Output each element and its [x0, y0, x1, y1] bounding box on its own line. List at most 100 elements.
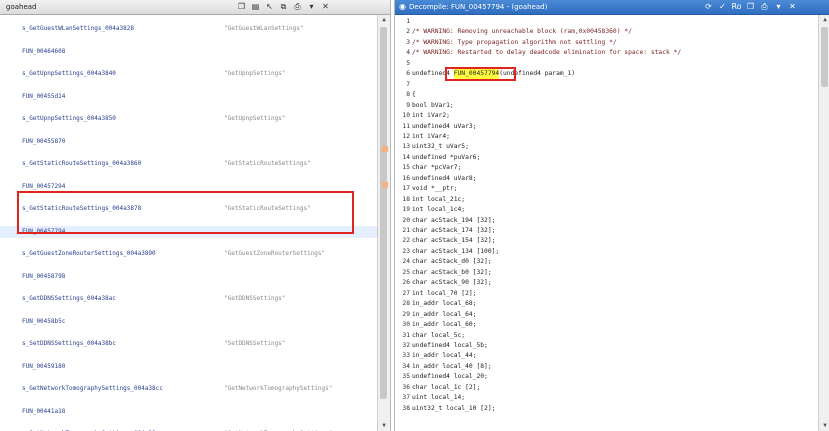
- code-line[interactable]: 20 char acStack_194 [32];: [395, 216, 819, 226]
- code-line[interactable]: 8{: [395, 90, 819, 100]
- listing-blank-row[interactable]: [0, 372, 377, 384]
- code-line[interactable]: 9 bool bVar1;: [395, 101, 819, 111]
- listing-symbol[interactable]: s_GetGuestZoneRouterSettings_004a3890: [22, 248, 156, 260]
- listing-blank-row[interactable]: [0, 282, 377, 294]
- code-line[interactable]: 35 undefined4 local_20;: [395, 372, 819, 382]
- code-line[interactable]: 34 in_addr local_40 [8];: [395, 362, 819, 372]
- code-line[interactable]: 11 undefined4 uVar3;: [395, 122, 819, 132]
- snapshot-icon[interactable]: ⧉: [278, 1, 289, 12]
- code-line[interactable]: 29 in_addr local_64;: [395, 310, 819, 320]
- listing-row[interactable]: FUN_00458798: [0, 271, 377, 283]
- code-line[interactable]: 38 uint32_t local_10 [2];: [395, 404, 819, 414]
- menu-icon[interactable]: ▾: [306, 1, 317, 12]
- cursor-icon[interactable]: ↖: [264, 1, 275, 12]
- print-icon[interactable]: ⎙: [759, 1, 770, 12]
- code-line[interactable]: 25 char acStack_b0 [32];: [395, 268, 819, 278]
- listing-row[interactable]: s_GetDDNSSettings_004a38ac "GetDDNSSettin…: [0, 293, 377, 305]
- listing-symbol[interactable]: FUN_00458b5c: [22, 316, 65, 328]
- listing-blank-row[interactable]: [0, 34, 377, 46]
- listing-blank-row[interactable]: [0, 124, 377, 136]
- listing-row[interactable]: s_GetNetworkTomographySettings_004a38cc "…: [0, 383, 377, 395]
- print-icon[interactable]: ⎙: [292, 1, 303, 12]
- listing-row[interactable]: FUN_00464608: [0, 46, 377, 58]
- code-line[interactable]: 28 in_addr local_68;: [395, 299, 819, 309]
- copy-icon[interactable]: ❐: [745, 1, 756, 12]
- listing-blank-row[interactable]: [0, 327, 377, 339]
- code-line[interactable]: 16 undefined4 uVar8;: [395, 174, 819, 184]
- code-line[interactable]: 13 uint32_t uVar5;: [395, 142, 819, 152]
- listing-blank-row[interactable]: [0, 57, 377, 69]
- code-line[interactable]: 17 void *__ptr;: [395, 184, 819, 194]
- listing-symbol[interactable]: FUN_00441a18: [22, 406, 65, 418]
- code-line[interactable]: 33 in_addr local_44;: [395, 351, 819, 361]
- listing-symbol[interactable]: FUN_00464608: [22, 46, 65, 58]
- decompile-scrollbar[interactable]: ▲ ▼: [818, 15, 829, 431]
- listing-symbol[interactable]: s_GetDDNSSettings_004a38ac: [22, 293, 116, 305]
- code-line[interactable]: 3/* WARNING: Type propagation algorithm …: [395, 38, 819, 48]
- listing-symbol[interactable]: s_GetNetworkTomographySettings_004a38cc: [22, 383, 163, 395]
- code-line[interactable]: 12 int iVar4;: [395, 132, 819, 142]
- listing-scrollbar[interactable]: ▲ ▼: [377, 15, 390, 431]
- listing-symbol[interactable]: s_GetUpnpSettings_004a3840: [22, 68, 116, 80]
- code-line[interactable]: 10 int iVar2;: [395, 111, 819, 121]
- listing-symbol[interactable]: s_GetGuestWLanSettings_004a3828: [22, 23, 134, 35]
- code-line[interactable]: 22 char acStack_154 [32];: [395, 236, 819, 246]
- listing-symbol[interactable]: s_GetUpnpSettings_004a3850: [22, 113, 116, 125]
- listing-blank-row[interactable]: [0, 259, 377, 271]
- scroll-down-icon[interactable]: ▼: [819, 421, 829, 431]
- paste-icon[interactable]: ▤: [250, 1, 261, 12]
- menu-icon[interactable]: ▾: [773, 1, 784, 12]
- listing-symbol[interactable]: s_SetDDNSSettings_004a38bc: [22, 338, 116, 350]
- code-line[interactable]: 30 in_addr local_60;: [395, 320, 819, 330]
- code-line[interactable]: 31 char local_5c;: [395, 331, 819, 341]
- listing-row[interactable]: FUN_00441a18: [0, 406, 377, 418]
- scroll-up-icon[interactable]: ▲: [378, 15, 390, 25]
- listing-row[interactable]: FUN_00459180: [0, 361, 377, 373]
- listing-symbol[interactable]: FUN_00455870: [22, 136, 65, 148]
- scroll-up-icon[interactable]: ▲: [819, 15, 829, 25]
- listing-row[interactable]: FUN_00455d14: [0, 91, 377, 103]
- code-line[interactable]: 26 char acStack_90 [32];: [395, 278, 819, 288]
- listing-blank-row[interactable]: [0, 102, 377, 114]
- code-line[interactable]: 27 int local_70 [2];: [395, 289, 819, 299]
- listing-blank-row[interactable]: [0, 79, 377, 91]
- code-line[interactable]: 4/* WARNING: Restarted to delay deadcode…: [395, 48, 819, 58]
- code-line[interactable]: 23 char acStack_134 [100];: [395, 247, 819, 257]
- listing-blank-row[interactable]: [0, 394, 377, 406]
- check-icon[interactable]: ✓: [717, 1, 728, 12]
- listing-blank-row[interactable]: [0, 417, 377, 429]
- listing-row[interactable]: FUN_00455870: [0, 136, 377, 148]
- scroll-down-icon[interactable]: ▼: [378, 421, 390, 431]
- code-line[interactable]: 21 char acStack_174 [32];: [395, 226, 819, 236]
- listing-blank-row[interactable]: [0, 147, 377, 159]
- code-line[interactable]: 15 char *pcVar7;: [395, 163, 819, 173]
- copy-icon[interactable]: ❐: [236, 1, 247, 12]
- listing-symbol[interactable]: s_GetStaticRouteSettings_004a3860: [22, 158, 141, 170]
- close-icon[interactable]: ✕: [787, 1, 798, 12]
- listing-row[interactable]: s_GetUpnpSettings_004a3850 "GetUpnpSettin…: [0, 113, 377, 125]
- listing-blank-row[interactable]: [0, 237, 377, 249]
- scroll-thumb[interactable]: [380, 27, 387, 399]
- listing-row[interactable]: s_GetGuestZoneRouterSettings_004a3890 "Ge…: [0, 248, 377, 260]
- ro-icon[interactable]: Ro: [731, 1, 742, 12]
- scroll-thumb[interactable]: [821, 27, 828, 87]
- refresh-icon[interactable]: ⟳: [703, 1, 714, 12]
- code-line[interactable]: 14 undefined *puVar6;: [395, 153, 819, 163]
- code-line[interactable]: 32 undefined4 local_5b;: [395, 341, 819, 351]
- code-line[interactable]: 19 int local_1c4;: [395, 205, 819, 215]
- code-line[interactable]: 36 char local_1c [2];: [395, 383, 819, 393]
- listing-symbol[interactable]: FUN_00455d14: [22, 91, 65, 103]
- code-line[interactable]: 2/* WARNING: Removing unreachable block …: [395, 27, 819, 37]
- code-line[interactable]: 24 char acStack_d0 [32];: [395, 257, 819, 267]
- listing-row[interactable]: s_SetDDNSSettings_004a38bc "SetDDNSSettin…: [0, 338, 377, 350]
- listing-symbol[interactable]: FUN_00459180: [22, 361, 65, 373]
- listing-symbol[interactable]: FUN_00458798: [22, 271, 65, 283]
- listing-blank-row[interactable]: [0, 304, 377, 316]
- listing-row[interactable]: s_GetStaticRouteSettings_004a3860 "GetSta…: [0, 158, 377, 170]
- listing-row[interactable]: FUN_00458b5c: [0, 316, 377, 328]
- code-line[interactable]: 37 uint local_14;: [395, 393, 819, 403]
- listing-row[interactable]: s_GetUpnpSettings_004a3840 "GetUpnpSettin…: [0, 68, 377, 80]
- listing-row[interactable]: s_GetGuestWLanSettings_004a3828 "GetGuest…: [0, 23, 377, 35]
- code-line[interactable]: 18 int local_21c;: [395, 195, 819, 205]
- listing-blank-row[interactable]: [0, 349, 377, 361]
